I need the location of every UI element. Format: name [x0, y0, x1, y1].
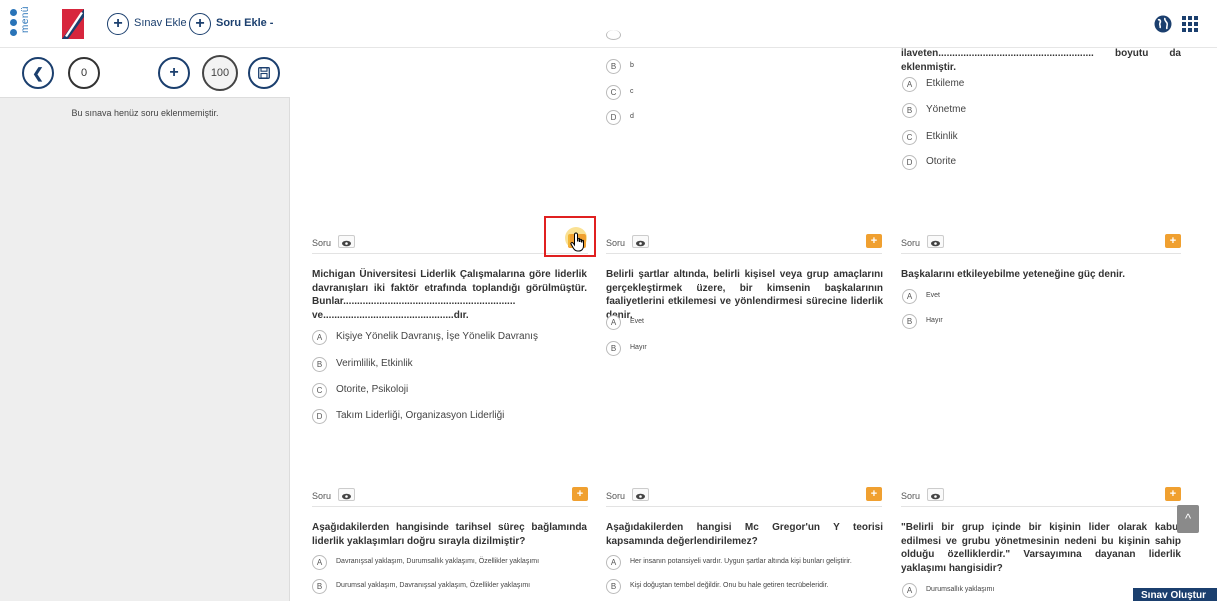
- option-text: d: [630, 113, 634, 120]
- scroll-to-top-button[interactable]: ^: [1177, 505, 1199, 533]
- eye-icon[interactable]: [927, 488, 944, 501]
- option-letter: B: [902, 103, 917, 118]
- card-header-label: Soru: [901, 491, 921, 501]
- question-text: ilaveten................................…: [901, 47, 1181, 61]
- option-text: Yönetme: [926, 104, 967, 115]
- option-letter: B: [606, 59, 621, 74]
- save-icon: [258, 67, 270, 79]
- option-text: Etkinlik: [926, 131, 958, 142]
- question-text-part: boyutu: [1115, 48, 1149, 59]
- option-letter: A: [312, 330, 327, 345]
- option-letter: C: [902, 130, 917, 145]
- panel-toolbar: ❮ 0 + 100: [0, 48, 290, 98]
- option-text: b: [630, 62, 634, 69]
- option-letter: B: [606, 579, 621, 594]
- eye-icon[interactable]: [632, 235, 649, 248]
- option-letter: A: [312, 555, 327, 570]
- menu-dots-icon: [10, 9, 18, 39]
- option-text: Davranışsal yaklaşım, Durumsallık yaklaş…: [336, 558, 540, 565]
- option-text: c: [630, 88, 634, 95]
- add-question-button[interactable]: +: [1165, 487, 1181, 501]
- option-letter: B: [312, 579, 327, 594]
- option-text: Takım Liderliği, Organizasyon Liderliği: [336, 410, 505, 421]
- question-text: Başkalarını etkileyebilme yeteneğine güç…: [901, 269, 1125, 280]
- globe-icon[interactable]: [1154, 15, 1172, 33]
- add-question-button[interactable]: +: [572, 487, 588, 501]
- option-letter: D: [902, 155, 917, 170]
- add-question-icon[interactable]: +: [189, 13, 211, 35]
- question-text: Michigan Üniversitesi Liderlik Çalışmala…: [312, 269, 587, 321]
- add-button[interactable]: +: [158, 57, 190, 89]
- apps-grid-icon[interactable]: [1182, 16, 1199, 33]
- option-letter: C: [312, 383, 327, 398]
- option-letter: D: [606, 110, 621, 125]
- eye-icon[interactable]: [338, 488, 355, 501]
- add-question-button[interactable]: +: [866, 234, 882, 248]
- option-text: Durumsal yaklaşım, Davranışsal yaklaşım,…: [336, 582, 531, 589]
- menu-button[interactable]: menü: [8, 6, 34, 42]
- eye-icon[interactable]: [632, 488, 649, 501]
- option-text: Durumsallık yaklaşımı: [926, 586, 995, 593]
- card-header-label: Soru: [312, 491, 332, 501]
- option-text: Kişiye Yönelik Davranış, İşe Yönelik Dav…: [336, 331, 538, 342]
- empty-state-message: Bu sınava henüz soru eklenmemiştir.: [71, 108, 219, 118]
- top-bar: menü + Sınav Ekle + Soru Ekle -: [0, 0, 1217, 48]
- option-text: Evet: [630, 318, 645, 325]
- option-text: Otorite: [926, 156, 957, 167]
- option-text: Evet: [926, 292, 941, 299]
- exam-question-panel: ❮ 0 + 100 Bu sınava henüz soru eklenmemi…: [0, 48, 290, 601]
- question-count: 0: [68, 57, 100, 89]
- option-text: Verimlilik, Etkinlik: [336, 358, 413, 369]
- option-letter: A: [606, 315, 621, 330]
- save-button[interactable]: [248, 57, 280, 89]
- add-exam-icon[interactable]: +: [107, 13, 129, 35]
- option-text: Hayır: [926, 317, 943, 324]
- question-text: Belirli şartlar altında, belirli kişisel…: [606, 269, 883, 321]
- option-text: Kişi doğuştan tembel değildir. Onu bu ha…: [630, 582, 829, 589]
- question-text: "Belirli bir grup içinde bir kişinin lid…: [901, 522, 1181, 574]
- brand-logo: [62, 9, 84, 39]
- option-text: Otorite, Psikoloji: [336, 384, 409, 395]
- option-letter: [606, 30, 621, 40]
- card-header-label: Soru: [606, 238, 626, 248]
- option-letter: A: [606, 555, 621, 570]
- question-text: eklenmiştir.: [901, 62, 957, 73]
- option-text: Etkileme: [926, 78, 965, 89]
- option-letter: C: [606, 85, 621, 100]
- option-text: Hayır: [630, 344, 647, 351]
- card-header-label: Soru: [606, 491, 626, 501]
- option-letter: A: [902, 583, 917, 598]
- option-letter: A: [902, 289, 917, 304]
- card-header: Soru +: [606, 487, 882, 507]
- card-header: Soru +: [312, 487, 588, 507]
- card-header: Soru +: [901, 487, 1181, 507]
- add-question-button[interactable]: +: [866, 487, 882, 501]
- option-letter: D: [312, 409, 327, 424]
- card-header-label: Soru: [312, 238, 332, 248]
- add-question-link[interactable]: Soru Ekle -: [216, 17, 273, 29]
- create-exam-button[interactable]: Sınav Oluştur: [1133, 588, 1217, 601]
- question-text-part: da: [1169, 48, 1181, 59]
- card-header: Soru +: [606, 234, 882, 254]
- option-text: Her insanın potansiyeli vardır. Uygun şa…: [630, 558, 852, 565]
- option-letter: B: [606, 341, 621, 356]
- hand-cursor-icon: [570, 232, 584, 252]
- question-text: Aşağıdakilerden hangisi Mc Gregor'un Y t…: [606, 522, 883, 547]
- option-letter: B: [902, 314, 917, 329]
- question-text: Aşağıdakilerden hangisinde tarihsel süre…: [312, 522, 587, 547]
- card-header: Soru +: [901, 234, 1181, 254]
- add-question-button[interactable]: +: [1165, 234, 1181, 248]
- back-button[interactable]: ❮: [22, 57, 54, 89]
- eye-icon[interactable]: [927, 235, 944, 248]
- option-letter: B: [312, 357, 327, 372]
- question-text-part: ilaveten................................…: [901, 48, 1094, 59]
- card-header-label: Soru: [901, 238, 921, 248]
- option-letter: A: [902, 77, 917, 92]
- total-points: 100: [202, 55, 238, 91]
- eye-icon[interactable]: [338, 235, 355, 248]
- add-exam-link[interactable]: Sınav Ekle: [134, 17, 187, 29]
- menu-label: menü: [20, 6, 31, 34]
